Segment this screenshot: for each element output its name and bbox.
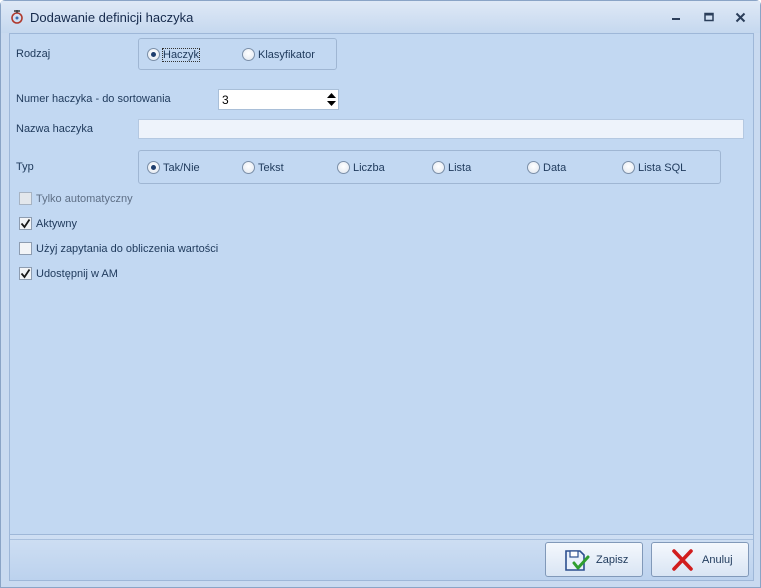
- radio-tekst-dot: [242, 161, 255, 174]
- radio-lista-label: Lista: [448, 161, 472, 174]
- radio-liczba-label: Liczba: [353, 161, 385, 174]
- radio-klasyfikator-label: Klasyfikator: [258, 48, 315, 61]
- radio-lista-sql-label: Lista SQL: [638, 161, 687, 174]
- checkmark-icon: [20, 269, 31, 279]
- numer-spinner[interactable]: 3: [218, 89, 339, 110]
- radio-tekst[interactable]: Tekst: [242, 161, 284, 174]
- radio-klasyfikator-dot: [242, 48, 255, 61]
- radio-liczba-dot: [337, 161, 350, 174]
- radio-haczyk[interactable]: Haczyk: [147, 47, 201, 62]
- window-title: Dodawanie definicji haczyka: [30, 10, 194, 25]
- checkbox-tylko-automatyczny-box: [19, 192, 32, 205]
- checkmark-icon: [20, 219, 31, 229]
- checkbox-uzyj-zapytania-label: Użyj zapytania do obliczenia wartości: [36, 242, 219, 255]
- rodzaj-label: Rodzaj: [16, 48, 51, 60]
- radio-lista-dot: [432, 161, 445, 174]
- save-disk-check-icon: [562, 546, 590, 574]
- numer-value: 3: [222, 92, 229, 107]
- spin-down-icon[interactable]: [326, 101, 336, 106]
- radio-data-label: Data: [543, 161, 567, 174]
- hook-definition-icon: [11, 10, 23, 24]
- maximize-icon: [704, 12, 714, 22]
- radio-klasyfikator[interactable]: Klasyfikator: [242, 48, 315, 61]
- nazwa-input[interactable]: [138, 119, 744, 139]
- form-panel: [9, 33, 754, 535]
- radio-data[interactable]: Data: [527, 161, 566, 174]
- radio-data-dot: [527, 161, 540, 174]
- close-button[interactable]: [729, 9, 751, 25]
- checkbox-aktywny[interactable]: Aktywny: [19, 217, 77, 230]
- nazwa-label: Nazwa haczyka: [16, 123, 94, 135]
- radio-tak-nie-label: Tak/Nie: [163, 161, 200, 174]
- cancel-button[interactable]: Anuluj: [651, 542, 749, 577]
- radio-lista-sql-dot: [622, 161, 635, 174]
- radio-lista[interactable]: Lista: [432, 161, 471, 174]
- radio-lista-sql[interactable]: Lista SQL: [622, 161, 686, 174]
- maximize-button[interactable]: [698, 9, 720, 25]
- radio-haczyk-dot: [147, 48, 160, 61]
- cancel-button-label: Anuluj: [702, 553, 733, 566]
- dialog-window: Dodawanie definicji haczyka Rodzaj Haczy…: [0, 0, 761, 588]
- save-button[interactable]: Zapisz: [545, 542, 643, 577]
- radio-liczba[interactable]: Liczba: [337, 161, 385, 174]
- checkbox-aktywny-label: Aktywny: [36, 217, 77, 230]
- red-x-icon: [668, 546, 696, 574]
- numer-label: Numer haczyka - do sortowania: [16, 93, 171, 105]
- checkbox-udostepnij-am-box: [19, 267, 32, 280]
- checkbox-udostepnij-am[interactable]: Udostępnij w AM: [19, 267, 118, 280]
- checkbox-tylko-automatyczny-label: Tylko automatyczny: [36, 192, 133, 205]
- close-icon: [735, 12, 745, 22]
- minimize-icon: [672, 18, 680, 20]
- checkbox-uzyj-zapytania-box: [19, 242, 32, 255]
- checkbox-udostepnij-am-label: Udostępnij w AM: [36, 267, 118, 280]
- radio-tak-nie-dot: [147, 161, 160, 174]
- typ-label: Typ: [16, 161, 34, 173]
- radio-tak-nie[interactable]: Tak/Nie: [147, 161, 200, 174]
- save-button-label: Zapisz: [596, 553, 629, 566]
- footer-divider: [10, 539, 753, 540]
- spinner-arrows[interactable]: [324, 90, 338, 109]
- checkbox-aktywny-box: [19, 217, 32, 230]
- spin-up-icon[interactable]: [326, 93, 336, 98]
- radio-haczyk-label: Haczyk: [161, 47, 201, 62]
- checkbox-tylko-automatyczny[interactable]: Tylko automatyczny: [19, 192, 133, 205]
- minimize-button[interactable]: [665, 9, 687, 25]
- title-bar[interactable]: Dodawanie definicji haczyka: [1, 1, 760, 33]
- radio-tekst-label: Tekst: [258, 161, 284, 174]
- checkbox-uzyj-zapytania[interactable]: Użyj zapytania do obliczenia wartości: [19, 242, 218, 255]
